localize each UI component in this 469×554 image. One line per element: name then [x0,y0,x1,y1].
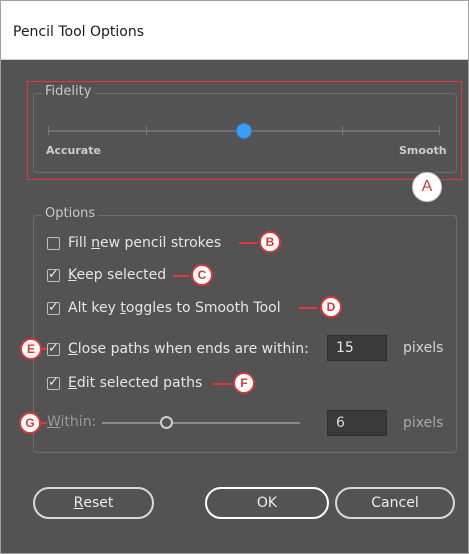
fidelity-smooth-label: Smooth [399,144,447,157]
cancel-button[interactable]: Cancel [335,487,455,519]
callout-f: F [233,372,255,394]
callout-g: G [19,412,41,434]
callout-e: E [20,338,42,360]
fill-new-strokes-checkbox[interactable] [47,236,60,250]
close-paths-label[interactable]: Close paths when ends are within: [68,341,309,357]
fill-new-strokes-option[interactable]: Fill new pencil strokes [47,233,221,253]
pencil-tool-options-dialog: Pencil Tool Options Fidelity Accurate Sm… [0,0,469,554]
callout-d-line [298,307,318,309]
fidelity-slider-thumb[interactable] [237,124,251,138]
close-paths-checkbox[interactable] [47,341,60,356]
fill-new-strokes-label[interactable]: Fill new pencil strokes [68,235,221,251]
within-pixels-unit: pixels [403,415,444,431]
keep-selected-checkbox[interactable] [47,267,60,282]
fidelity-tick [146,126,147,135]
callout-c: C [191,264,213,286]
edit-selected-paths-option[interactable]: Edit selected paths [47,373,202,393]
callout-f-line [213,383,231,385]
close-paths-option[interactable]: Close paths when ends are within: [47,339,309,359]
title-bar: Pencil Tool Options [1,1,468,60]
reset-button[interactable]: Reset [33,487,154,519]
within-pixels-input[interactable]: 6 [327,410,387,436]
keep-selected-label[interactable]: Keep selected [68,267,166,283]
close-paths-pixels-unit: pixels [403,340,444,356]
fidelity-tick [439,126,440,135]
fidelity-tick [342,126,343,135]
edit-selected-paths-checkbox[interactable] [47,375,60,390]
alt-key-toggle-checkbox[interactable] [47,300,60,315]
close-paths-pixels-input[interactable]: 15 [327,335,387,361]
fidelity-tick [48,126,49,135]
callout-d: D [320,296,342,318]
options-group-label: Options [42,206,99,221]
within-slider-track[interactable] [102,422,300,424]
alt-key-toggle-label[interactable]: Alt key toggles to Smooth Tool [68,300,281,316]
fidelity-accurate-label: Accurate [46,144,101,157]
ok-button[interactable]: OK [205,487,329,519]
keep-selected-option[interactable]: Keep selected [47,265,166,285]
alt-key-toggle-option[interactable]: Alt key toggles to Smooth Tool [47,298,281,318]
edit-selected-paths-label[interactable]: Edit selected paths [68,375,202,391]
callout-a: A [412,172,442,202]
dialog-title: Pencil Tool Options [13,24,145,40]
callout-b: B [259,231,281,253]
within-label: Within: [47,414,97,430]
callout-b-line [239,242,257,244]
callout-c-line [173,275,189,277]
